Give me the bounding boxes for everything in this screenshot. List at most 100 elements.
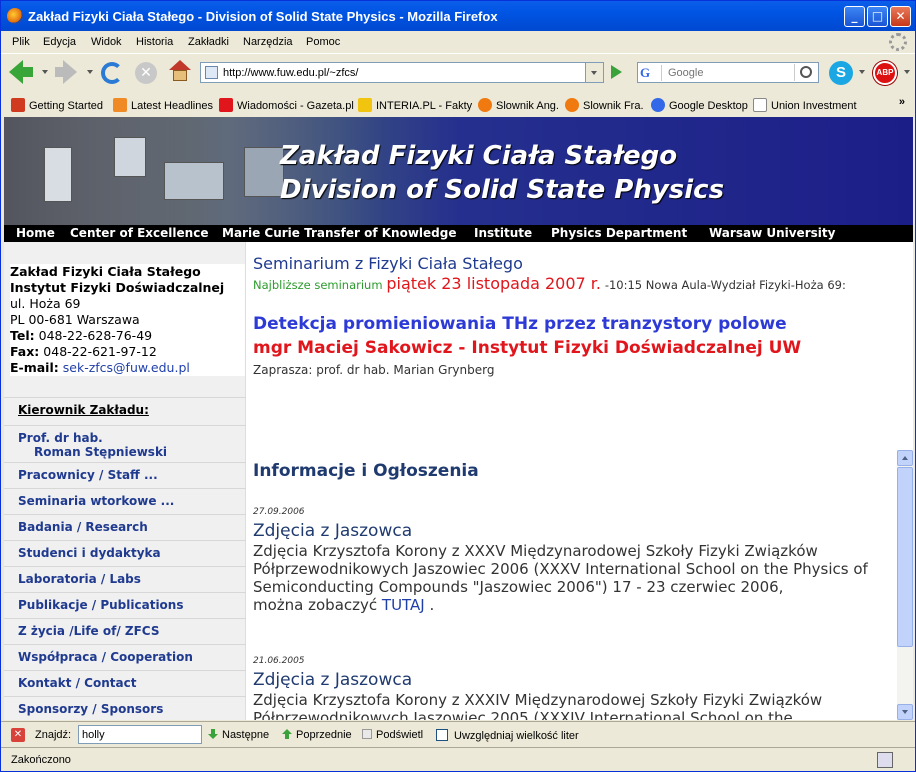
url-input[interactable]: [223, 65, 583, 80]
arrow-down-icon: [208, 729, 218, 739]
forward-dropdown-icon[interactable]: [87, 70, 93, 74]
adblock-plus-icon[interactable]: ABP: [873, 61, 897, 85]
adblock-dropdown-icon[interactable]: [904, 70, 910, 74]
left-menu: Kierownik Zakładu: Prof. dr hab. Roman S…: [4, 397, 246, 720]
forward-arrow-icon: [63, 60, 77, 84]
seminar-talk-title: Detekcja promieniowania THz przez tranzy…: [253, 314, 787, 334]
home-icon[interactable]: [169, 60, 191, 82]
find-close-icon[interactable]: ✕: [11, 728, 25, 742]
tel-label: Tel:: [10, 328, 35, 343]
news-title: Zdjęcia z Jaszowca: [253, 670, 413, 690]
news-date: 27.09.2006: [253, 507, 305, 517]
page-content: Zakład Fizyki Ciała Stałego Division of …: [4, 117, 913, 720]
bookmark-latest-headlines[interactable]: Latest Headlines: [113, 98, 213, 112]
scroll-up-icon[interactable]: [897, 450, 913, 466]
head-of-division-link[interactable]: Prof. dr hab. Roman Stępniewski: [4, 425, 246, 462]
scroll-thumb[interactable]: [897, 467, 913, 647]
news-title: Zdjęcia z Jaszowca: [253, 521, 413, 541]
menu-staff[interactable]: Pracownicy / Staff ...: [4, 462, 246, 488]
seminar-info: Najbliższe seminarium piątek 23 listopad…: [253, 276, 893, 293]
menu-history[interactable]: Historia: [136, 36, 173, 48]
contact-address: Zakład Fizyki Ciała Stałego Instytut Fiz…: [10, 264, 245, 376]
highlight-button[interactable]: Podświetl: [362, 729, 423, 741]
nav-warsaw-university[interactable]: Warsaw University: [709, 226, 835, 240]
bookmark-getting-started[interactable]: Getting Started: [11, 98, 103, 112]
maximize-button[interactable]: □: [867, 6, 888, 27]
stop-icon[interactable]: ✕: [135, 62, 157, 84]
gazeta-icon: [219, 98, 233, 112]
minimize-button[interactable]: _: [844, 6, 865, 27]
menu-students[interactable]: Studenci i dydaktyka: [4, 540, 246, 566]
menu-file[interactable]: Plik: [12, 36, 30, 48]
window-title: Zakład Fizyki Ciała Stałego - Division o…: [28, 9, 498, 24]
menu-view[interactable]: Widok: [91, 36, 122, 48]
menu-contact[interactable]: Kontakt / Contact: [4, 670, 246, 696]
bookmark-union-investment[interactable]: Union Investment: [753, 98, 857, 112]
menu-life-of-zfcs[interactable]: Z życia /Life of/ ZFCS: [4, 618, 246, 644]
find-previous-button[interactable]: Poprzednie: [282, 729, 352, 741]
news-heading: Informacje i Ogłoszenia: [253, 461, 479, 481]
reload-icon[interactable]: [101, 62, 123, 84]
close-button[interactable]: ✕: [890, 6, 911, 27]
nav-center-of-excellence[interactable]: Center of Excellence: [70, 226, 208, 240]
menu-seminars[interactable]: Seminaria wtorkowe ...: [4, 488, 246, 514]
bookmark-gazeta[interactable]: Wiadomości - Gazeta.pl: [219, 98, 354, 112]
bookmark-google-desktop[interactable]: Google Desktop: [651, 98, 748, 112]
url-history-dropdown[interactable]: [586, 62, 604, 83]
menu-sponsors[interactable]: Sponsorzy / Sponsors: [4, 696, 246, 720]
menu-help[interactable]: Pomoc: [306, 36, 340, 48]
find-next-button[interactable]: Następne: [208, 729, 269, 741]
news-body: Zdjęcia Krzysztofa Korony z XXXIV Między…: [253, 691, 823, 720]
site-banner: Zakład Fizyki Ciała Stałego Division of …: [4, 117, 913, 225]
skype-icon[interactable]: S: [829, 61, 853, 85]
nav-marie-curie[interactable]: Marie Curie Transfer of Knowledge: [222, 226, 457, 240]
bookmark-interia[interactable]: INTERIA.PL - Fakty: [358, 98, 472, 112]
throbber-icon: [889, 33, 907, 51]
nav-institute[interactable]: Institute: [474, 226, 532, 240]
onet-icon: [565, 98, 579, 112]
nav-physics-department[interactable]: Physics Department: [551, 226, 687, 240]
go-button[interactable]: [607, 63, 627, 82]
url-bar[interactable]: [200, 62, 586, 83]
back-dropdown-icon[interactable]: [42, 70, 48, 74]
title-bar[interactable]: Zakład Fizyki Ciała Stałego - Division o…: [1, 1, 915, 31]
menu-publications[interactable]: Publikacje / Publications: [4, 592, 246, 618]
menu-bookmarks[interactable]: Zakładki: [188, 36, 229, 48]
page-icon: [753, 98, 767, 112]
bookmark-slownik-ang[interactable]: Slownik Ang.: [478, 98, 559, 112]
address-street: ul. Hoża 69: [10, 296, 81, 311]
scroll-down-icon[interactable]: [897, 704, 913, 720]
go-arrow-icon: [611, 65, 622, 79]
email-link[interactable]: sek-zfcs@fuw.edu.pl: [63, 360, 190, 375]
find-input[interactable]: [78, 725, 202, 744]
skype-dropdown-icon[interactable]: [859, 70, 865, 74]
bookmarks-toolbar: Getting Started Latest Headlines Wiadomo…: [1, 93, 915, 117]
page-info-icon[interactable]: [877, 752, 893, 768]
search-input[interactable]: [668, 65, 788, 80]
prof-title: Prof. dr hab.: [18, 431, 103, 445]
tel-value: 048-22-628-76-49: [38, 328, 153, 343]
google-engine-icon[interactable]: G: [640, 65, 662, 81]
bookmark-slownik-fra[interactable]: Slownik Fra.: [565, 98, 644, 112]
menu-labs[interactable]: Laboratoria / Labs: [4, 566, 246, 592]
menu-research[interactable]: Badania / Research: [4, 514, 246, 540]
banner-title-pl: Zakład Fizyki Ciała Stałego: [280, 141, 678, 171]
menu-cooperation[interactable]: Współpraca / Cooperation: [4, 644, 246, 670]
find-bar: ✕ Znajdź: Następne Poprzednie Podświetl …: [1, 721, 915, 747]
menu-edit[interactable]: Edycja: [43, 36, 76, 48]
highlight-icon: [362, 729, 372, 739]
head-of-division-label: Kierownik Zakładu:: [4, 397, 246, 425]
banner-title-en: Division of Solid State Physics: [280, 175, 725, 205]
match-case-checkbox[interactable]: Uwzględniaj wielkość liter: [436, 729, 579, 742]
site-nav: Home Center of Excellence Marie Curie Tr…: [4, 225, 913, 242]
nav-home[interactable]: Home: [16, 226, 55, 240]
news-date: 21.06.2005: [253, 656, 305, 666]
vertical-scrollbar[interactable]: [897, 450, 913, 720]
news-link-tutaj[interactable]: TUTAJ: [382, 596, 425, 614]
arrow-up-icon: [282, 729, 292, 739]
menu-tools[interactable]: Narzędzia: [243, 36, 293, 48]
search-box[interactable]: G: [637, 62, 819, 83]
search-icon[interactable]: [794, 64, 816, 81]
bookmarks-chevron-icon[interactable]: »: [899, 96, 905, 108]
rss-icon: [113, 98, 127, 112]
